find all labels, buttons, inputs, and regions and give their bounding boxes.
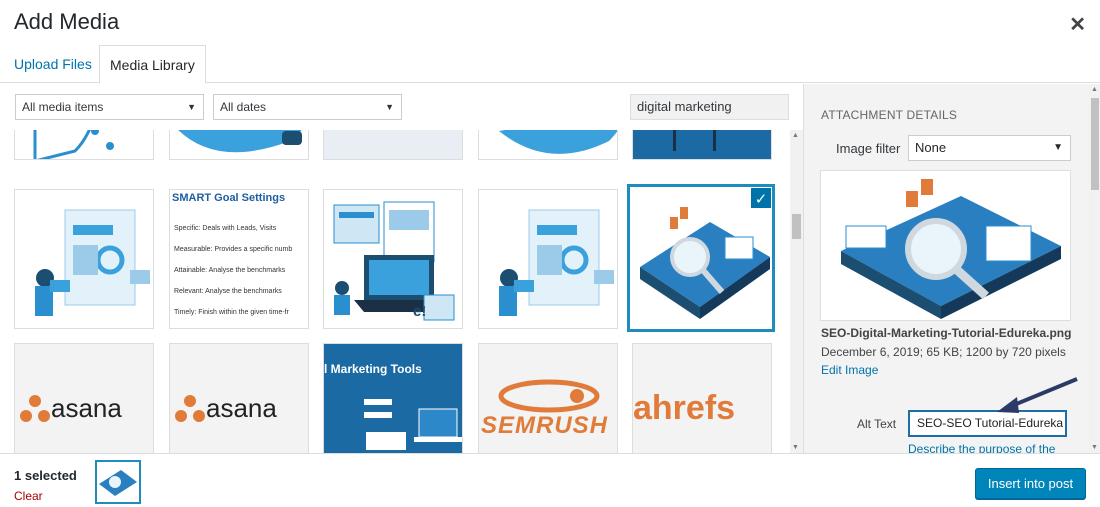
tab-media-library[interactable]: Media Library (99, 45, 206, 84)
attachment-meta: December 6, 2019; 65 KB; 1200 by 720 pix… (821, 345, 1066, 359)
media-thumbnail[interactable]: e! (323, 189, 463, 329)
media-thumbnail[interactable]: asana (14, 343, 154, 453)
tab-upload-files[interactable]: Upload Files (4, 45, 102, 83)
scroll-up-icon[interactable]: ▲ (1091, 86, 1098, 93)
add-media-modal: Add Media ✕ Upload Files Media Library A… (0, 0, 1100, 507)
media-thumbnail[interactable] (14, 189, 154, 329)
media-thumbnail[interactable] (478, 189, 618, 329)
media-toolbar: All media items ▼ All dates ▼ digital ma… (0, 84, 803, 130)
chevron-down-icon: ▼ (385, 102, 394, 112)
date-select[interactable]: All dates ▼ (213, 94, 402, 120)
semrush-logo-text: SEMRUSH (481, 412, 609, 439)
smart-line: Specific: Deals with Leads, Visits (174, 225, 277, 232)
image-filter-value: None (915, 140, 947, 155)
chevron-down-icon: ▼ (1053, 142, 1063, 153)
search-input[interactable]: digital marketing (630, 94, 789, 120)
edit-image-link[interactable]: Edit Image (821, 363, 878, 377)
image-filter-select[interactable]: None ▼ (908, 135, 1071, 161)
media-thumbnail[interactable]: SEMRUSH (478, 343, 618, 453)
media-thumbnail[interactable]: l Marketing Tools (323, 343, 463, 453)
attachment-details-heading: ATTACHMENT DETAILS (821, 108, 958, 122)
media-thumbnail[interactable] (323, 130, 463, 160)
scroll-up-icon[interactable]: ▲ (792, 132, 799, 139)
date-value: All dates (220, 100, 267, 114)
attachment-preview (820, 170, 1071, 321)
scroll-down-icon[interactable]: ▼ (1091, 444, 1098, 451)
ahrefs-logo-text: ahrefs (633, 389, 736, 427)
close-icon[interactable]: ✕ (1069, 12, 1086, 37)
media-type-select[interactable]: All media items ▼ (15, 94, 204, 120)
selected-thumbnail[interactable] (95, 460, 141, 504)
sidebar-scrollbar[interactable]: ▲ ▼ (1089, 84, 1100, 453)
smart-line: Relevant: Analyse the benchmarks (174, 288, 282, 295)
edureka-logo: e! (413, 303, 427, 320)
alt-text-label: Alt Text (857, 417, 897, 431)
media-thumbnail[interactable]: SMART Goal Settings Specific: Deals with… (169, 189, 309, 329)
media-thumbnail[interactable] (169, 130, 309, 160)
media-thumbnail[interactable]: asana (169, 343, 309, 453)
media-thumbnail[interactable] (14, 130, 154, 160)
insert-into-post-button[interactable]: Insert into post (975, 468, 1086, 499)
media-thumbnail-selected[interactable]: ✓ (627, 184, 775, 332)
modal-title: Add Media (14, 9, 120, 34)
asana-logo-text: asana (206, 393, 277, 423)
scroll-thumb[interactable] (792, 214, 801, 239)
asana-logo-text: asana (51, 393, 122, 423)
attachment-filename: SEO-Digital-Marketing-Tutorial-Edureka.p… (821, 326, 1072, 340)
chevron-down-icon: ▼ (187, 102, 196, 112)
selection-count: 1 selected (14, 468, 77, 483)
media-thumbnail[interactable] (478, 130, 618, 160)
media-type-value: All media items (22, 100, 104, 114)
clear-selection-link[interactable]: Clear (14, 489, 43, 503)
smart-goal-title: SMART Goal Settings (172, 192, 286, 204)
media-grid: SMART Goal Settings Specific: Deals with… (0, 130, 790, 453)
smart-line: Measurable: Provides a specific numb (174, 246, 293, 253)
smart-line: Timely: Finish within the given time-fr (174, 309, 289, 316)
checkmark-icon[interactable]: ✓ (749, 187, 772, 210)
scroll-down-icon[interactable]: ▼ (792, 444, 799, 451)
modal-footer: 1 selected Clear Insert into post (0, 453, 1100, 507)
tab-bar: Upload Files Media Library (0, 45, 1100, 84)
media-thumbnail[interactable] (632, 130, 772, 160)
grid-scrollbar[interactable]: ▲ ▼ (790, 130, 803, 453)
scroll-thumb[interactable] (1091, 98, 1099, 190)
smart-line: Attainable: Analyse the benchmarks (174, 267, 286, 274)
annotation-arrow-icon (997, 377, 1078, 413)
media-thumbnail[interactable]: ahrefs (632, 343, 772, 453)
image-filter-label: Image filter (836, 141, 901, 156)
